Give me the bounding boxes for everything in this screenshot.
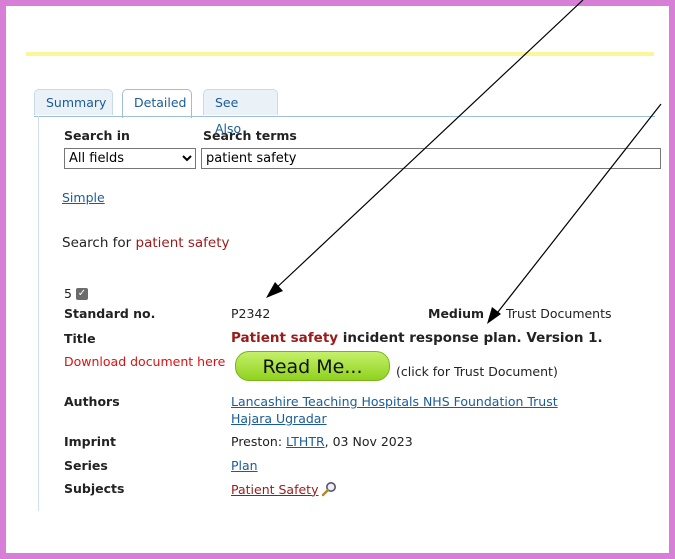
annotation-arrows: [266, 0, 662, 324]
arrow-line-2: [493, 103, 662, 318]
arrow-line-1: [271, 0, 584, 293]
arrow-head-2: [487, 307, 501, 324]
